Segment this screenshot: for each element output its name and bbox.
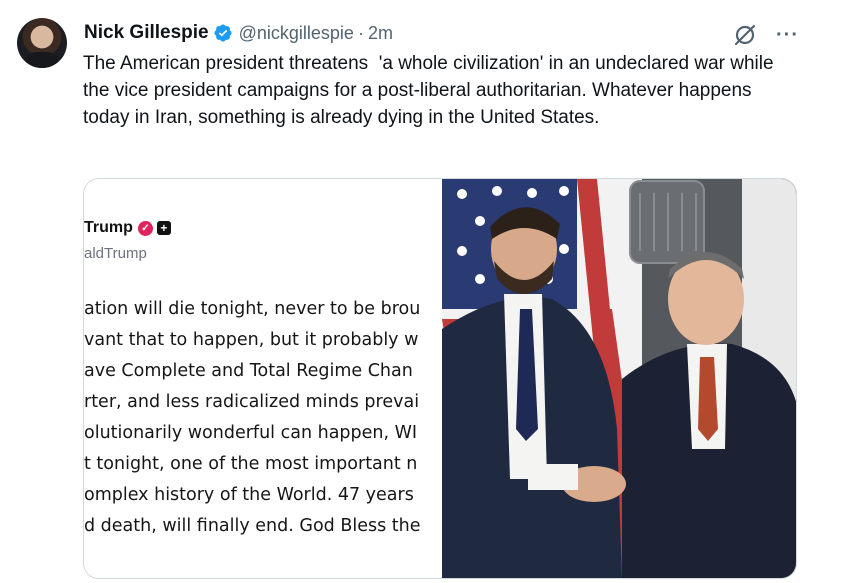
avatar[interactable] xyxy=(17,18,67,68)
screenshot-line: vant that to happen, but it probably w xyxy=(84,330,419,350)
handshake-photo-illustration xyxy=(442,179,796,578)
screenshot-line: ave Complete and Total Regime Chan xyxy=(84,361,413,381)
screenshot-line: t tonight, one of the most important n xyxy=(84,454,418,474)
media-grid[interactable]: Trump ✓ + aldTrump ation will die tonigh… xyxy=(83,178,797,579)
grok-icon[interactable] xyxy=(732,22,758,48)
screenshot-line: olutionarily wonderful can happen, WI xyxy=(84,423,418,443)
screenshot-line: ation will die tonight, never to be brou xyxy=(84,299,421,319)
screenshot-author-name: Trump xyxy=(84,219,133,236)
screenshot-line: omplex history of the World. 47 years xyxy=(84,485,414,505)
screenshot-image[interactable]: Trump ✓ + aldTrump ation will die tonigh… xyxy=(84,179,442,578)
tweet[interactable]: Nick Gillespie @nickgillespie · 2m ··· T… xyxy=(0,0,846,583)
tweet-header: Nick Gillespie @nickgillespie · 2m xyxy=(84,20,393,46)
separator-dot: · xyxy=(357,22,364,43)
tweet-actions: ··· xyxy=(732,22,799,48)
screenshot-plus-icon: + xyxy=(156,221,171,235)
verified-badge-icon xyxy=(214,24,232,42)
screenshot-handle: aldTrump xyxy=(84,245,147,262)
screenshot-text: ation will die tonight, never to be brou… xyxy=(84,294,442,542)
user-handle[interactable]: @nickgillespie xyxy=(239,23,354,44)
screenshot-verified-icon: ✓ xyxy=(137,220,153,236)
more-icon[interactable]: ··· xyxy=(776,25,799,45)
handshake-photo[interactable] xyxy=(442,179,796,578)
tweet-text: The American president threatens 'a whol… xyxy=(83,53,779,128)
display-name[interactable]: Nick Gillespie xyxy=(84,22,209,44)
screenshot-author: Trump ✓ + xyxy=(84,219,171,237)
timestamp[interactable]: 2m xyxy=(368,23,393,44)
screenshot-line: rter, and less radicalized minds prevai xyxy=(84,392,420,412)
screenshot-line: d death, will finally end. God Bless the xyxy=(84,516,421,536)
